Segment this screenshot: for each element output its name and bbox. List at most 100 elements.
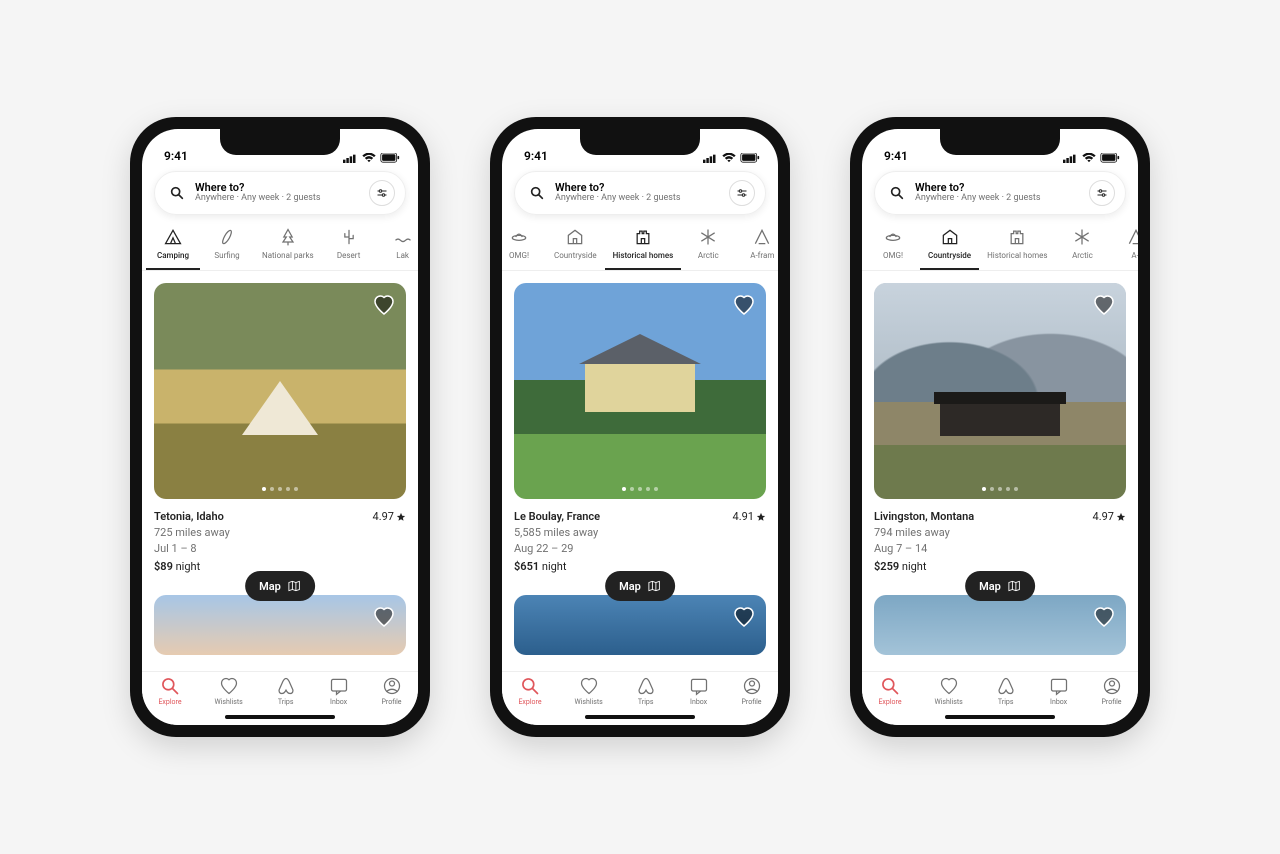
search-bar[interactable]: Where to? Anywhere · Any week · 2 guests	[514, 171, 766, 215]
sliders-icon	[376, 187, 388, 199]
snowflake-icon	[698, 227, 718, 247]
map-button[interactable]: Map	[965, 571, 1035, 601]
category-a-frames[interactable]: A-f	[1109, 223, 1138, 270]
a-frame-icon	[752, 227, 772, 247]
category-omg[interactable]: OMG!	[502, 223, 546, 270]
listing-dates: Jul 1 – 8	[154, 541, 406, 557]
category-historical-homes[interactable]: Historical homes	[605, 223, 682, 270]
user-icon	[742, 676, 762, 696]
search-subtitle: Anywhere · Any week · 2 guests	[915, 194, 1079, 204]
phone-mockup: 9:41 Where to? Anywhere · Any week · 2 g…	[130, 117, 430, 737]
category-label: Surfing	[214, 251, 239, 260]
image-pagination-dots	[622, 487, 658, 491]
category-lake[interactable]: Lak	[376, 223, 418, 270]
search-bar[interactable]: Where to? Anywhere · Any week · 2 guests	[874, 171, 1126, 215]
device-notch	[940, 129, 1060, 155]
category-arctic[interactable]: Arctic	[1055, 223, 1109, 270]
status-time: 9:41	[164, 149, 188, 163]
map-icon	[647, 579, 661, 593]
category-label: Camping	[157, 251, 189, 260]
category-arctic[interactable]: Arctic	[681, 223, 735, 270]
phone-mockup: 9:41 Where to? Anywhere · Any week · 2 g…	[850, 117, 1150, 737]
status-indicators	[343, 153, 400, 163]
wishlist-heart-button[interactable]	[1092, 293, 1116, 317]
listing-dates: Aug 22 – 29	[514, 541, 766, 557]
wifi-icon	[1082, 153, 1096, 163]
filter-button[interactable]	[1089, 180, 1115, 206]
nav-explore[interactable]: Explore	[878, 676, 901, 725]
category-omg[interactable]: OMG!	[866, 223, 920, 270]
search-icon	[520, 676, 540, 696]
nav-explore[interactable]: Explore	[158, 676, 181, 725]
snowflake-icon	[1072, 227, 1092, 247]
category-historical-homes[interactable]: Historical homes	[979, 223, 1055, 270]
category-label: OMG!	[509, 251, 529, 260]
listings-scroll[interactable]: Le Boulay, France 4.91 5,585 miles away …	[502, 271, 778, 671]
battery-icon	[740, 153, 760, 163]
map-label: Map	[619, 580, 641, 593]
search-bar[interactable]: Where to? Anywhere · Any week · 2 guests	[154, 171, 406, 215]
wishlist-heart-button[interactable]	[732, 605, 756, 629]
tree-icon	[278, 227, 298, 247]
next-listing-peek[interactable]	[874, 595, 1126, 655]
category-tabs: OMG! Countryside Historical homes Arctic…	[502, 221, 778, 271]
status-time: 9:41	[524, 149, 548, 163]
nav-profile[interactable]: Profile	[1102, 676, 1122, 725]
map-button[interactable]: Map	[605, 571, 675, 601]
battery-icon	[380, 153, 400, 163]
wishlist-heart-button[interactable]	[732, 293, 756, 317]
logo-icon	[996, 676, 1016, 696]
image-pagination-dots	[982, 487, 1018, 491]
home-indicator	[945, 715, 1055, 719]
heart-icon	[579, 676, 599, 696]
nav-explore[interactable]: Explore	[518, 676, 541, 725]
listings-scroll[interactable]: Livingston, Montana 4.97 794 miles away …	[862, 271, 1138, 671]
nav-profile[interactable]: Profile	[742, 676, 762, 725]
map-label: Map	[259, 580, 281, 593]
logo-icon	[636, 676, 656, 696]
category-desert[interactable]: Desert	[322, 223, 376, 270]
battery-icon	[1100, 153, 1120, 163]
listings-scroll[interactable]: Tetonia, Idaho 4.97 725 miles away Jul 1…	[142, 271, 418, 671]
map-button[interactable]: Map	[245, 571, 315, 601]
filter-button[interactable]	[369, 180, 395, 206]
home-indicator	[225, 715, 335, 719]
ufo-icon	[883, 227, 903, 247]
cellular-icon	[1063, 153, 1078, 163]
category-a-frames[interactable]: A-fram	[735, 223, 778, 270]
user-icon	[382, 676, 402, 696]
chat-icon	[689, 676, 709, 696]
category-countryside[interactable]: Countryside	[920, 223, 979, 270]
nav-profile[interactable]: Profile	[382, 676, 402, 725]
listing-distance: 725 miles away	[154, 525, 406, 541]
category-label: Desert	[337, 251, 360, 260]
listing-image[interactable]	[874, 283, 1126, 499]
category-camping[interactable]: Camping	[146, 223, 200, 270]
next-listing-peek[interactable]	[154, 595, 406, 655]
listing-distance: 794 miles away	[874, 525, 1126, 541]
category-surfing[interactable]: Surfing	[200, 223, 254, 270]
category-label: Countryside	[554, 251, 597, 260]
water-icon	[393, 227, 413, 247]
device-notch	[580, 129, 700, 155]
map-icon	[287, 579, 301, 593]
category-national-parks[interactable]: National parks	[254, 223, 322, 270]
wishlist-heart-button[interactable]	[372, 605, 396, 629]
category-label: Historical homes	[987, 251, 1047, 260]
search-icon	[880, 676, 900, 696]
filter-button[interactable]	[729, 180, 755, 206]
listing-distance: 5,585 miles away	[514, 525, 766, 541]
listing-meta: Livingston, Montana 4.97 794 miles away …	[874, 499, 1126, 575]
category-label: Arctic	[698, 251, 719, 260]
listing-image[interactable]	[154, 283, 406, 499]
next-listing-peek[interactable]	[514, 595, 766, 655]
category-label: Historical homes	[613, 251, 674, 260]
listing-image[interactable]	[514, 283, 766, 499]
user-icon	[1102, 676, 1122, 696]
heart-icon	[219, 676, 239, 696]
category-countryside[interactable]: Countryside	[546, 223, 605, 270]
sliders-icon	[1096, 187, 1108, 199]
wishlist-heart-button[interactable]	[372, 293, 396, 317]
wishlist-heart-button[interactable]	[1092, 605, 1116, 629]
search-icon	[529, 185, 545, 201]
